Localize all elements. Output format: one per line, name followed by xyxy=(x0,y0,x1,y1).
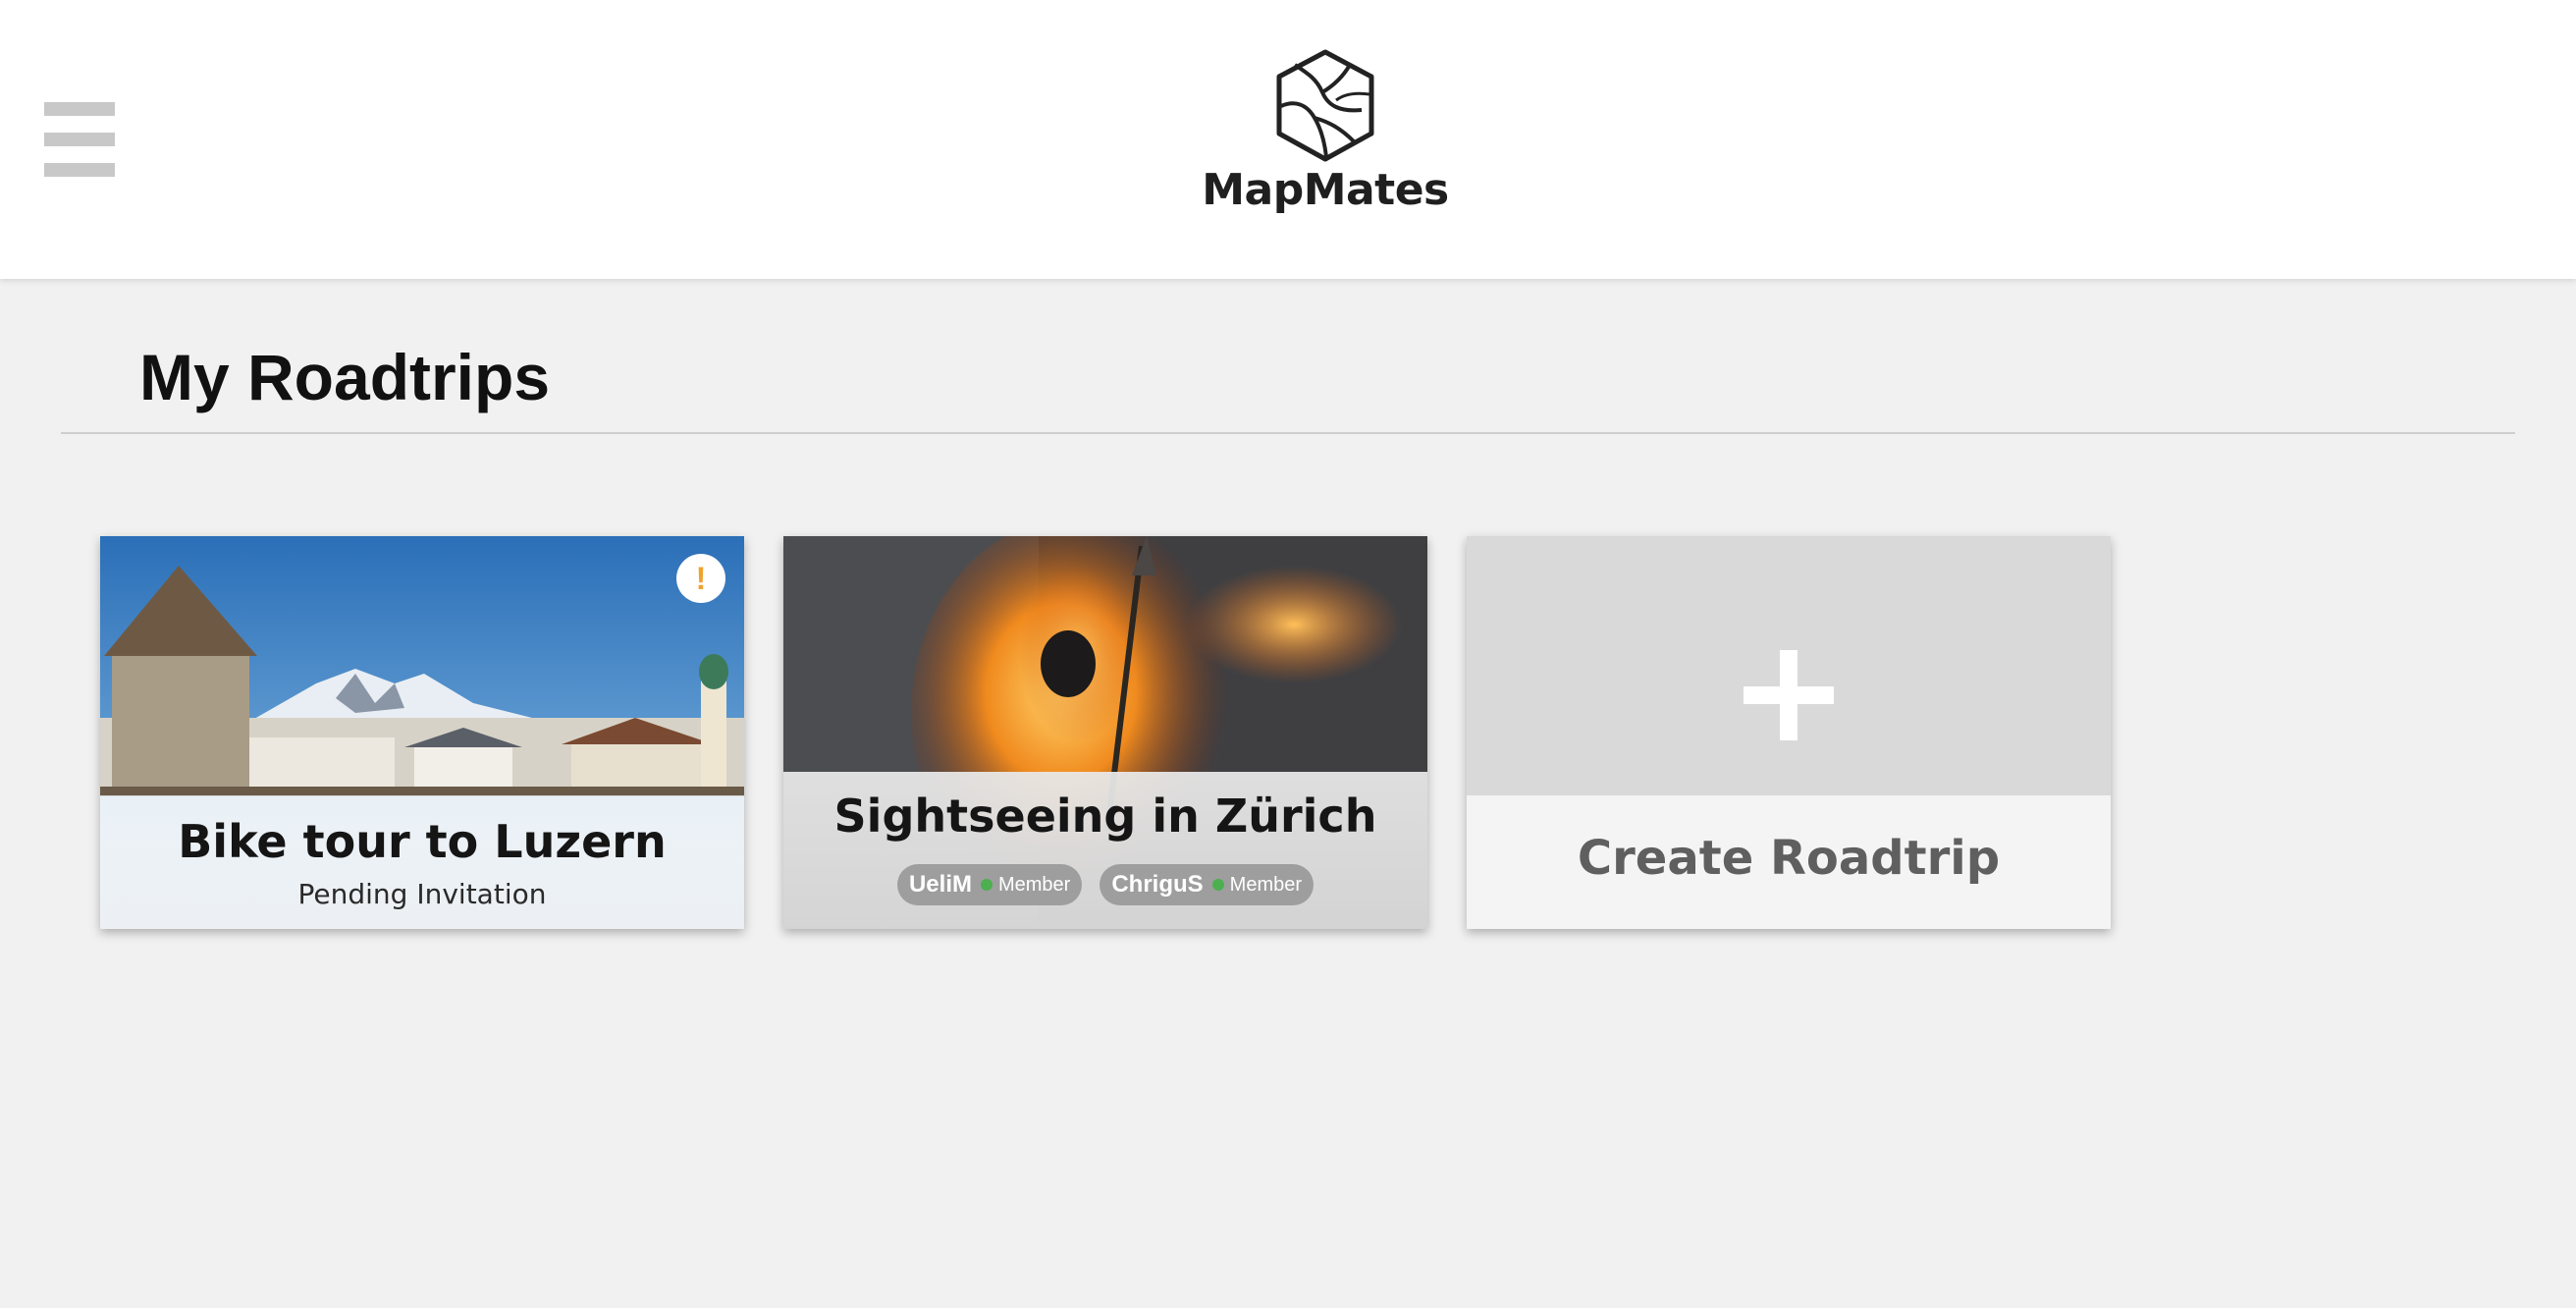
title-divider xyxy=(61,432,2515,434)
create-roadtrip-card[interactable]: Create Roadtrip xyxy=(1467,536,2111,929)
roadtrip-status: Pending Invitation xyxy=(297,878,547,910)
plus-icon xyxy=(1744,650,1834,740)
app-name: MapMates xyxy=(1202,165,1449,215)
card-caption: Sightseeing in Zürich UeliM Member Chrig… xyxy=(783,772,1427,929)
member-name: ChriguS xyxy=(1111,871,1204,898)
member-role: Member xyxy=(997,873,1071,896)
roadtrip-title: Bike tour to Luzern xyxy=(178,815,667,868)
create-roadtrip-label: Create Roadtrip xyxy=(1577,831,2001,886)
member-list: UeliM Member ChriguS Member xyxy=(783,864,1427,905)
create-roadtrip-image-area xyxy=(1467,536,2111,795)
roadtrip-card-zurich[interactable]: Sightseeing in Zürich UeliM Member Chrig… xyxy=(783,536,1427,929)
app-header: MapMates xyxy=(0,0,2576,279)
map-hexagon-logo-icon xyxy=(1276,49,1374,162)
member-chip[interactable]: ChriguS Member xyxy=(1100,864,1315,905)
pending-alert-badge: ! xyxy=(676,554,725,603)
hamburger-menu-icon[interactable] xyxy=(44,102,115,177)
roadtrip-title: Sightseeing in Zürich xyxy=(833,790,1377,843)
page-title: My Roadtrips xyxy=(139,341,551,413)
card-caption: Bike tour to Luzern Pending Invitation xyxy=(100,795,744,929)
member-chip[interactable]: UeliM Member xyxy=(896,864,1083,905)
online-status-icon xyxy=(980,879,993,891)
member-role: Member xyxy=(1229,873,1303,896)
roadtrip-card-luzern[interactable]: ! Bike tour to Luzern Pending Invitation xyxy=(100,536,744,929)
app-logo[interactable]: MapMates xyxy=(1198,49,1453,236)
online-status-icon xyxy=(1211,879,1224,891)
member-name: UeliM xyxy=(908,871,972,898)
